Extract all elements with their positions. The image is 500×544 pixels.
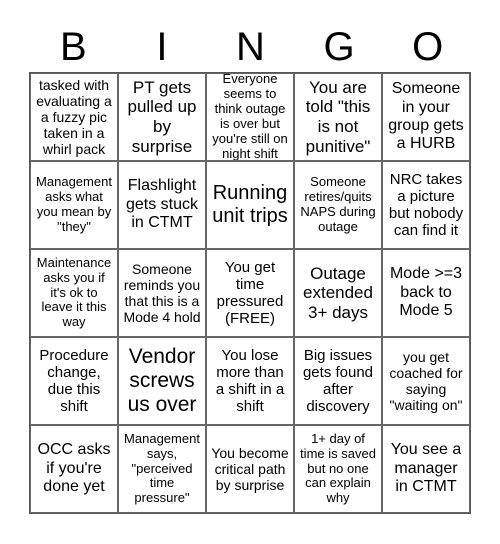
cell-text: You see a manager in CTMT (390, 441, 462, 496)
cell-text: Someone reminds you that this is a Mode … (123, 260, 201, 326)
cell-text: Vendor screws us over (127, 344, 197, 417)
bingo-cell-i1[interactable]: PT gets pulled up by surprise (118, 73, 206, 161)
cell-text: Outage extended 3+ days (303, 263, 373, 322)
cell-text: PT gets pulled up by surprise (127, 77, 197, 156)
cell-text: Big issues gets found after discovery (302, 346, 374, 416)
cell-text: Running unit trips (212, 182, 288, 227)
header-letter-o: O (412, 25, 444, 69)
bingo-cell-i4[interactable]: Vendor screws us over (118, 337, 206, 425)
bingo-cell-b1[interactable]: tasked with evaluating a a fuzzy pic tak… (30, 73, 118, 161)
header-letter-i: I (156, 25, 168, 69)
header-letter-b: B (59, 25, 87, 69)
bingo-cell-i5[interactable]: Management says, "perceived time pressur… (118, 425, 206, 513)
cell-text: you get coached for saying "waiting on" (389, 348, 463, 414)
bingo-cell-i2[interactable]: Flashlight gets stuck in CTMT (118, 161, 206, 249)
cell-text: OCC asks if you're done yet (37, 441, 111, 496)
cell-text: You become critical path by surprise (211, 444, 289, 494)
bingo-cell-g3[interactable]: Outage extended 3+ days (294, 249, 382, 337)
bingo-cell-o2[interactable]: NRC takes a picture but nobody can find … (382, 161, 470, 249)
cell-text: Someone retires/quits NAPS during outage (300, 174, 376, 234)
cell-text: NRC takes a picture but nobody can find … (388, 170, 464, 240)
cell-text: Management says, "perceived time pressur… (124, 430, 200, 506)
header-letter-g: G (323, 25, 355, 69)
bingo-cell-i3[interactable]: Someone reminds you that this is a Mode … (118, 249, 206, 337)
bingo-cell-o1[interactable]: Someone in your group gets a HURB (382, 73, 470, 161)
cell-text: 1+ day of time is saved but no one can e… (300, 430, 376, 506)
bingo-cell-b2[interactable]: Management asks what you mean by "they" (30, 161, 118, 249)
bingo-cell-o4[interactable]: you get coached for saying "waiting on" (382, 337, 470, 425)
bingo-cell-b4[interactable]: Procedure change, due this shift (30, 337, 118, 425)
cell-text: Flashlight gets stuck in CTMT (125, 177, 199, 232)
bingo-cell-g1[interactable]: You are told "this is not punitive" (294, 73, 382, 161)
cell-text: Management asks what you mean by "they" (36, 174, 112, 234)
bingo-cell-g4[interactable]: Big issues gets found after discovery (294, 337, 382, 425)
cell-text: You lose more than a shift in a shift (215, 346, 285, 416)
header-letter-n: N (236, 25, 265, 69)
bingo-grid: tasked with evaluating a a fuzzy pic tak… (29, 72, 471, 514)
cell-text: You get time pressured (FREE) (216, 258, 284, 328)
bingo-cell-n4[interactable]: You lose more than a shift in a shift (206, 337, 294, 425)
cell-text: You are told "this is not punitive" (305, 77, 371, 156)
bingo-cell-n1[interactable]: Everyone seems to think outage is over b… (206, 73, 294, 161)
bingo-cell-g2[interactable]: Someone retires/quits NAPS during outage (294, 161, 382, 249)
cell-text: Everyone seems to think outage is over b… (212, 73, 288, 161)
cell-text: Mode >=3 back to Mode 5 (389, 265, 463, 320)
bingo-free-space[interactable]: You get time pressured (FREE) (206, 249, 294, 337)
cell-text: tasked with evaluating a a fuzzy pic tak… (36, 76, 112, 158)
bingo-cell-b3[interactable]: Maintenance asks you if it's ok to leave… (30, 249, 118, 337)
bingo-cell-o3[interactable]: Mode >=3 back to Mode 5 (382, 249, 470, 337)
bingo-header: B I N G O (29, 22, 472, 72)
bingo-cell-n5[interactable]: You become critical path by surprise (206, 425, 294, 513)
cell-text: Procedure change, due this shift (39, 346, 109, 416)
bingo-cell-b5[interactable]: OCC asks if you're done yet (30, 425, 118, 513)
bingo-cell-o5[interactable]: You see a manager in CTMT (382, 425, 470, 513)
bingo-cell-n2[interactable]: Running unit trips (206, 161, 294, 249)
bingo-cell-g5[interactable]: 1+ day of time is saved but no one can e… (294, 425, 382, 513)
cell-text: Someone in your group gets a HURB (388, 80, 464, 153)
cell-text: Maintenance asks you if it's ok to leave… (36, 254, 112, 330)
